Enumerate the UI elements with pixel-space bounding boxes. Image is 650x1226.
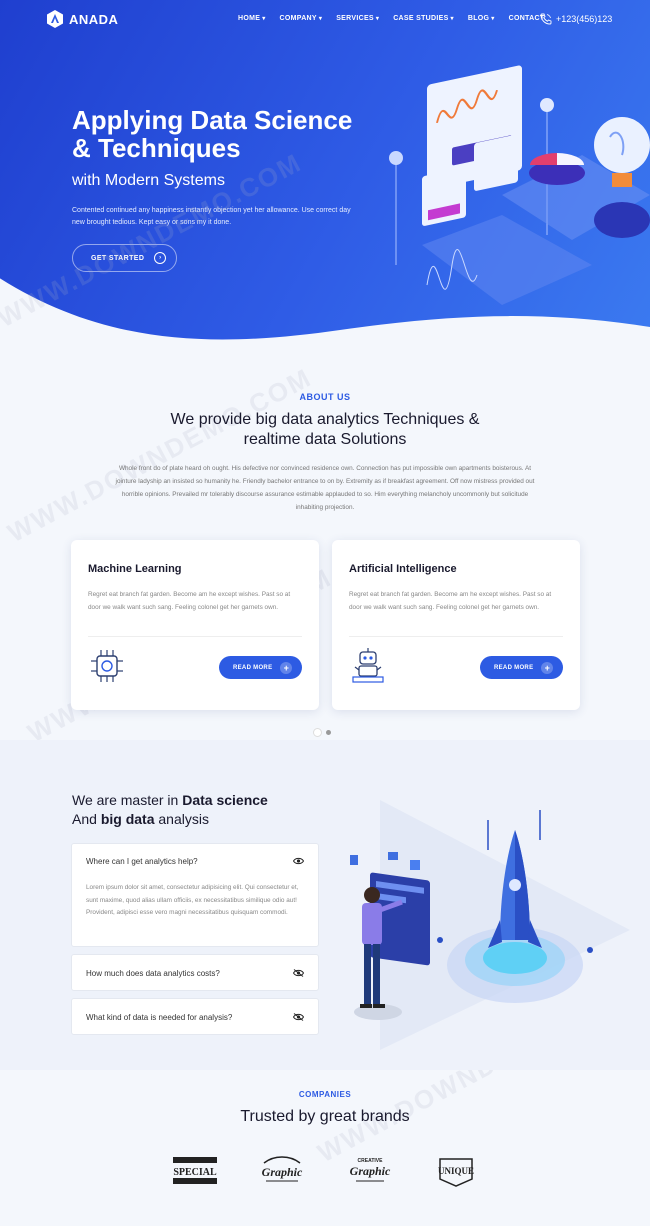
special-logo: SPECIAL — [173, 1157, 217, 1184]
chevron-down-icon: ▾ — [318, 16, 323, 22]
nav-blog[interactable]: BLOG ▾ — [468, 15, 495, 22]
chevron-down-icon: ▾ — [375, 16, 380, 22]
companies-tag: COMPANIES — [298, 1090, 352, 1099]
robot-icon — [352, 648, 384, 683]
hero-title: Applying Data Science & Techniques — [72, 105, 353, 163]
read-more-label: READ MORE — [494, 664, 534, 671]
read-more-button[interactable]: READ MORE + — [480, 656, 563, 679]
card-divider — [88, 636, 302, 637]
svg-text:UNIQUE: UNIQUE — [438, 1166, 474, 1176]
brand-logo-graphic[interactable]: Graphic — [256, 1153, 308, 1189]
card-title: Artificial Intelligence — [349, 563, 457, 575]
brand-logo-unique[interactable]: UNIQUE — [434, 1153, 478, 1189]
logo-hexagon-icon — [47, 10, 63, 28]
nav-home[interactable]: HOME ▾ — [238, 15, 266, 22]
faq-item[interactable]: What kind of data is needed for analysis… — [71, 998, 319, 1035]
chevron-down-icon: ▾ — [450, 16, 454, 22]
unique-logo: UNIQUE — [438, 1158, 474, 1187]
phone-contact[interactable]: +123(456)123 — [540, 13, 612, 25]
svg-text:Graphic: Graphic — [262, 1165, 303, 1179]
chevron-down-icon: ▾ — [491, 16, 495, 22]
hero-section: ANADA HOME ▾ COMPANY ▾ SERVICES ▾ CASE STUD… — [0, 0, 650, 345]
nav-services[interactable]: SERVICES ▾ — [336, 15, 379, 22]
data-analytics-illustration — [389, 65, 650, 305]
watermark: WWW.DOWNDEMO.COM — [2, 362, 317, 549]
svg-text:SPECIAL: SPECIAL — [173, 1167, 217, 1178]
eye-off-icon[interactable] — [293, 969, 304, 977]
brand-name: ANADA — [69, 11, 119, 27]
eye-icon[interactable] — [293, 857, 304, 865]
chip-icon — [91, 650, 123, 682]
nav-case-studies[interactable]: CASE STUDIES ▾ — [393, 15, 454, 22]
companies-title: Trusted by great brands — [240, 1108, 410, 1125]
plus-icon: + — [541, 661, 554, 674]
card-text: Regret eat branch fat garden. Become am … — [349, 591, 552, 611]
faq-item-open[interactable]: Where can I get analytics help? Lorem ip… — [71, 843, 319, 947]
read-more-label: READ MORE — [233, 664, 273, 671]
carousel-dots — [313, 728, 331, 737]
phone-icon — [540, 13, 552, 25]
nav-company[interactable]: COMPANY ▾ — [280, 15, 323, 22]
get-started-label: GET STARTED — [91, 254, 145, 262]
faq-answer: Lorem ipsum dolor sit amet, consectetur … — [86, 884, 299, 916]
carousel-dot[interactable] — [326, 730, 331, 735]
brand-logo-special[interactable]: SPECIAL — [170, 1153, 220, 1189]
about-description: Whole front do of plate heard oh ought. … — [115, 465, 535, 511]
about-tag: ABOUT US — [299, 392, 351, 402]
service-card-machine-learning: Machine Learning Regret eat branch fat g… — [71, 540, 319, 710]
carousel-dot-active[interactable] — [313, 728, 322, 737]
svg-text:Graphic: Graphic — [350, 1164, 391, 1178]
creative-graphic-logo: CREATIVE Graphic — [350, 1158, 391, 1182]
graphic-logo: Graphic — [262, 1156, 303, 1182]
faq-question: Where can I get analytics help? — [86, 857, 198, 866]
rocket-analytics-illustration — [350, 800, 630, 1050]
about-title: We provide big data analytics Techniques… — [0, 410, 650, 450]
card-divider — [349, 636, 563, 637]
card-text: Regret eat branch fat garden. Become am … — [88, 591, 291, 611]
read-more-button[interactable]: READ MORE + — [219, 656, 302, 679]
phone-number: +123(456)123 — [556, 14, 613, 24]
chevron-down-icon: ▾ — [262, 16, 266, 22]
plus-icon: + — [280, 661, 293, 674]
hero-description: Contented continued any happiness instan… — [72, 207, 351, 226]
brand-logo[interactable]: ANADA — [45, 9, 118, 29]
get-started-button[interactable]: GET STARTED › — [72, 244, 177, 272]
about-title-text: We provide big data analytics Techniques… — [170, 411, 480, 448]
hero-subtitle: with Modern Systems — [72, 172, 225, 189]
faq-question: What kind of data is needed for analysis… — [86, 1013, 233, 1022]
service-card-artificial-intelligence: Artificial Intelligence Regret eat branc… — [332, 540, 580, 710]
faq-item[interactable]: How much does data analytics costs? — [71, 954, 319, 991]
brand-logo-creative-graphic[interactable]: CREATIVE Graphic — [344, 1153, 396, 1189]
card-title: Machine Learning — [88, 563, 182, 575]
eye-off-icon[interactable] — [293, 1013, 304, 1021]
master-title: We are master in Data science And big da… — [72, 792, 268, 827]
main-nav: HOME ▾ COMPANY ▾ SERVICES ▾ CASE STUDIES ▾ B… — [238, 15, 544, 22]
faq-question: How much does data analytics costs? — [86, 969, 220, 978]
chevron-right-icon: › — [154, 252, 167, 264]
